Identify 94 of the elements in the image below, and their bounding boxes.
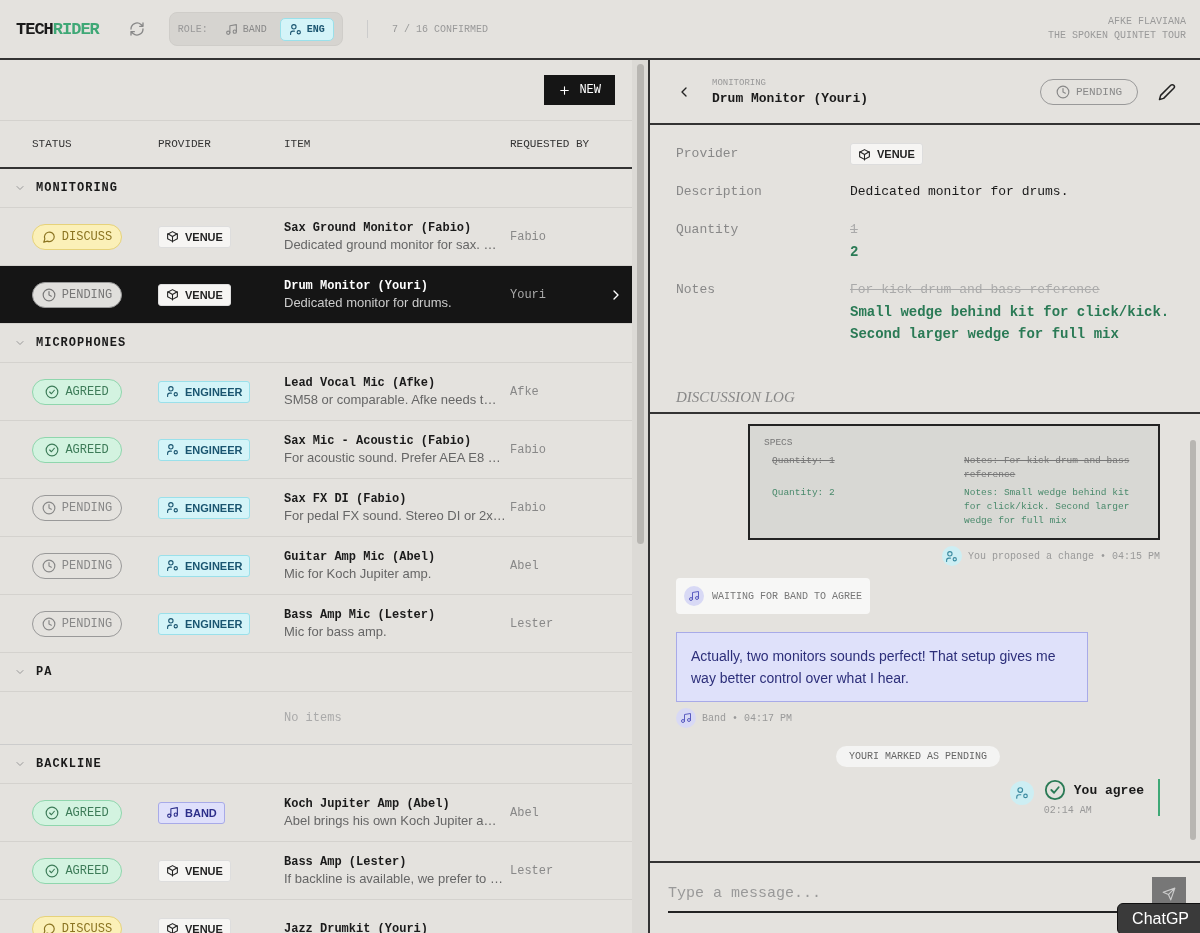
requester-name: Afke: [510, 384, 540, 399]
event-chip: YOURI MARKED AS PENDING: [836, 746, 1000, 767]
detail-title: Drum Monitor (Youri): [712, 90, 869, 106]
item-title: Koch Jupiter Amp (Abel): [284, 797, 451, 811]
empty-text: No items: [284, 711, 342, 725]
requester-name: Abel: [510, 558, 540, 573]
item-description: For acoustic sound. Prefer AEA E8 …: [284, 450, 502, 465]
group-title: MONITORING: [36, 181, 118, 195]
column-header: PROVIDER: [158, 136, 212, 152]
old-spec: Quantity: 1: [771, 454, 836, 468]
list-row[interactable]: PENDING ENGINEER Bass Amp Mic (Lester) Mic for bass amp. Lester: [0, 595, 632, 653]
column-header: REQUESTED BY: [510, 136, 591, 152]
agree-text: You agree: [1073, 782, 1144, 798]
tooltip: ChatGP: [1117, 903, 1200, 933]
item-title: Bass Amp Mic (Lester): [284, 608, 437, 622]
status-pill: DISCUSS: [32, 915, 122, 933]
role-tab[interactable]: ENG: [279, 17, 334, 41]
provider-tag: ENGINEER: [158, 612, 251, 635]
provider-tag: VENUE: [158, 859, 231, 882]
provider-tag: BAND: [158, 801, 225, 824]
new-value: 2: [850, 243, 860, 262]
old-value: 1: [850, 221, 859, 239]
column-header: STATUS: [32, 136, 73, 152]
breadcrumb: MONITORING: [712, 77, 767, 88]
item-description: Mic for bass amp.: [284, 624, 388, 639]
requester-name: Fabio: [510, 500, 547, 515]
section-title: DISCUSSION LOG: [676, 389, 795, 405]
old-spec: Notes: For kick drum and bass reference: [964, 454, 1131, 482]
requester-name: Fabio: [510, 442, 547, 457]
requester-name: Lester: [510, 863, 555, 878]
provider-tag: ENGINEER: [158, 496, 251, 519]
item-title: Guitar Amp Mic (Abel): [284, 550, 437, 564]
provider-tag: VENUE: [158, 225, 231, 248]
item-description: SM58 or comparable. Afke needs t…: [284, 392, 498, 407]
item-description: If backline is available, we prefer to …: [284, 871, 504, 886]
group-title: PA: [36, 665, 53, 679]
field-label: Provider: [676, 145, 740, 163]
item-title: Sax Mic - Acoustic (Fabio): [284, 434, 473, 448]
list-row[interactable]: AGREED ENGINEER Lead Vocal Mic (Afke) SM58 or comparable. Afke needs t… Afke: [0, 363, 632, 421]
field-value: Dedicated monitor for drums.: [850, 183, 1070, 201]
list-row[interactable]: AGREED ENGINEER Sax Mic - Acoustic (Fabio) For acoustic sound. Prefer AEA E8 … Fabio: [0, 421, 632, 479]
log-meta: Band • 04:17 PM: [702, 712, 792, 724]
item-title: Sax Ground Monitor (Fabio): [284, 221, 473, 235]
role-label: ROLE:: [177, 23, 208, 35]
status-pill: PENDING: [32, 281, 122, 308]
status-pill: AGREED: [32, 799, 122, 826]
item-description: Mic for Koch Jupiter amp.: [284, 566, 433, 581]
status-pill: AGREED: [32, 378, 122, 405]
item-description: For pedal FX sound. Stereo DI or 2x…: [284, 508, 507, 523]
item-description: Dedicated ground monitor for sax. …: [284, 237, 498, 252]
item-title: Drum Monitor (Youri): [284, 279, 430, 293]
tour-name: THE SPOKEN QUINTET TOUR: [1047, 29, 1186, 43]
new-button[interactable]: NEW: [544, 75, 615, 105]
provider-tag: ENGINEER: [158, 380, 251, 403]
status-pill: AGREED: [32, 857, 122, 884]
user-name: AFKE FLAVIANA: [1108, 15, 1186, 29]
provider-tag: VENUE: [850, 143, 923, 165]
log-time: 02:14 AM: [1043, 805, 1093, 816]
requester-name: Lester: [510, 616, 555, 631]
requester-name: Youri: [510, 287, 547, 302]
confirmed-count: 7 / 16 CONFIRMED: [391, 23, 488, 35]
list-row[interactable]: AGREED VENUE Bass Amp (Lester) If backline is available, we prefer to … Lester: [0, 842, 632, 900]
field-label: Description: [676, 183, 763, 201]
new-spec: Notes: Small wedge behind kit for click/kick. Second larger wedge for full mix: [964, 486, 1131, 528]
field-label: Quantity: [676, 221, 740, 239]
provider-tag: VENUE: [158, 917, 231, 933]
log-meta: You proposed a change • 04:15 PM: [967, 550, 1160, 562]
requester-name: Fabio: [510, 229, 547, 244]
column-header: ITEM: [284, 136, 312, 152]
requester-name: Abel: [510, 805, 540, 820]
group-title: MICROPHONES: [36, 336, 127, 350]
old-value: For kick drum and bass reference: [850, 281, 1101, 299]
specs-title: SPECS: [764, 436, 794, 450]
chat-message: Actually, two monitors sounds perfect! That setup gives me way better control over what I hear.: [676, 632, 1088, 702]
item-description: Dedicated monitor for drums.: [284, 295, 453, 310]
status-pill: DISCUSS: [32, 223, 122, 250]
provider-tag: ENGINEER: [158, 438, 251, 461]
notice-text: WAITING FOR BAND TO AGREE: [712, 590, 863, 602]
item-title: Bass Amp (Lester): [284, 855, 408, 869]
new-spec: Quantity: 2: [771, 486, 836, 500]
provider-tag: ENGINEER: [158, 554, 251, 577]
item-title: Sax FX DI (Fabio): [284, 492, 408, 506]
field-label: Notes: [676, 281, 716, 299]
group-title: BACKLINE: [36, 757, 102, 771]
app-logo: TECHRIDER: [16, 19, 99, 39]
status-pill: AGREED: [32, 436, 122, 463]
list-row[interactable]: PENDING ENGINEER Sax FX DI (Fabio) For pedal FX sound. Stereo DI or 2x… Fabio: [0, 479, 632, 537]
list-row[interactable]: PENDING VENUE Drum Monitor (Youri) Dedicated monitor for drums. Youri: [0, 266, 632, 324]
item-description: Abel brings his own Koch Jupiter a…: [284, 813, 498, 828]
list-row[interactable]: AGREED BAND Koch Jupiter Amp (Abel) Abel brings his own Koch Jupiter a… Abel: [0, 784, 632, 842]
list-row[interactable]: PENDING ENGINEER Guitar Amp Mic (Abel) Mic for Koch Jupiter amp. Abel: [0, 537, 632, 595]
provider-tag: VENUE: [158, 283, 231, 306]
new-value: Small wedge behind kit for click/kick. Second larger wedge for full mix: [850, 303, 1170, 344]
item-title: Lead Vocal Mic (Afke): [284, 376, 437, 390]
